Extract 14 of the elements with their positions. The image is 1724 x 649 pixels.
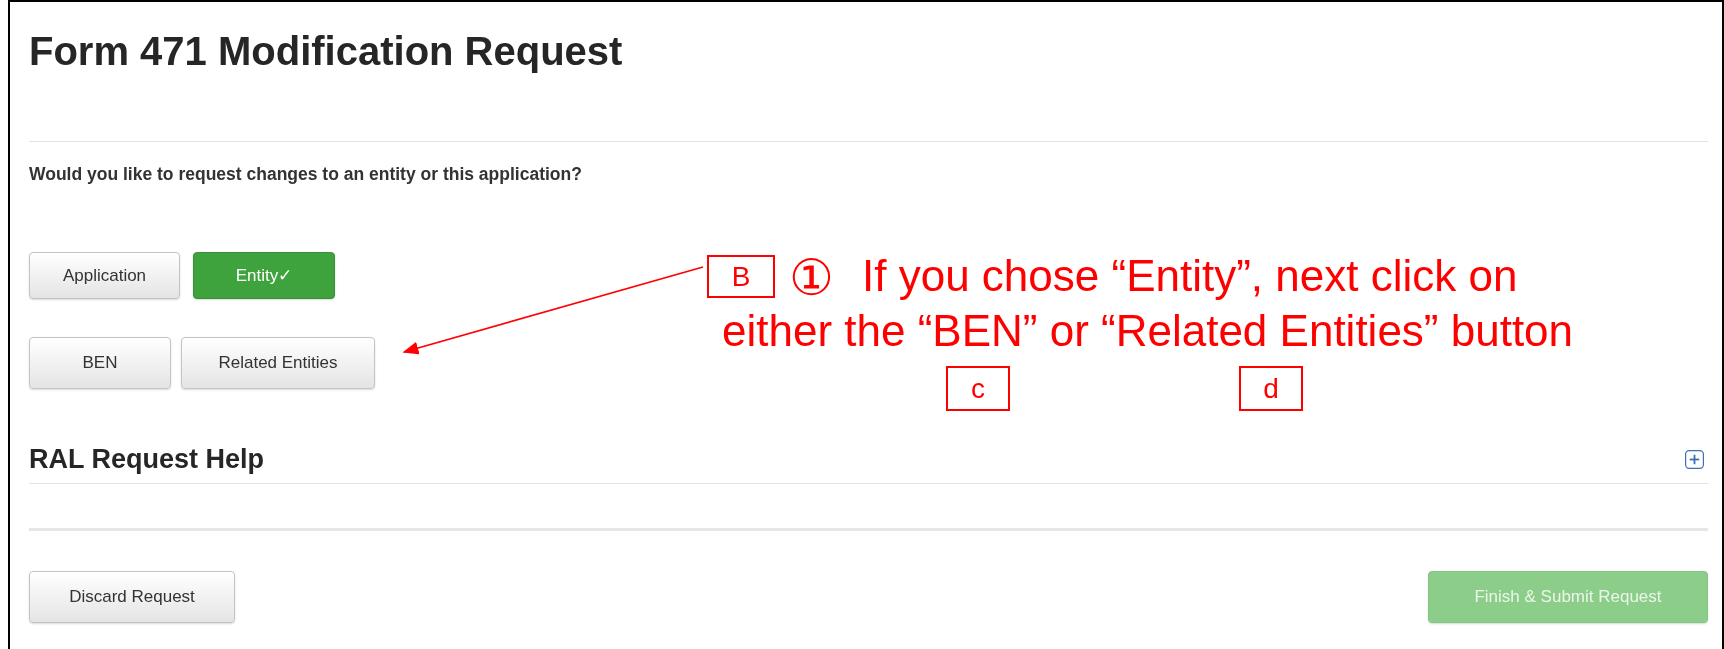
- annotation-text: If you chose “Entity”, next click on: [862, 251, 1518, 301]
- section-title: RAL Request Help: [29, 444, 265, 475]
- callout-label: d: [1239, 366, 1303, 411]
- callout-label: c: [946, 366, 1010, 411]
- option-button[interactable]: BEN: [29, 337, 171, 389]
- discard-button[interactable]: Discard Request: [29, 571, 235, 623]
- question-text: Would you like to request changes to an entity or this application?: [29, 164, 583, 185]
- page-title: Form 471 Modification Request: [29, 28, 624, 75]
- toggle-button[interactable]: Application: [29, 252, 180, 299]
- option-button[interactable]: Related Entities: [181, 337, 375, 389]
- callout-label: B: [707, 255, 775, 298]
- step-number: ①: [789, 250, 834, 306]
- annotation-text: either the “BEN” or “Related Entities” button: [722, 306, 1574, 356]
- expand-icon[interactable]: [1685, 450, 1704, 469]
